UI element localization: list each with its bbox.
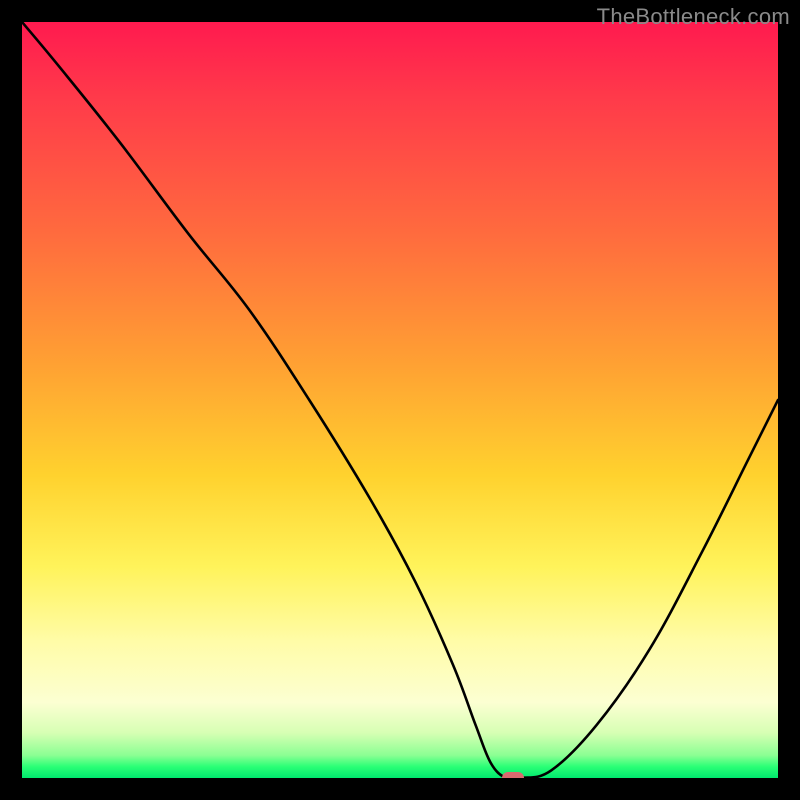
bottleneck-curve-path: [22, 22, 778, 778]
plot-area: [22, 22, 778, 778]
curve-svg: [22, 22, 778, 778]
chart-frame: TheBottleneck.com: [0, 0, 800, 800]
watermark-text: TheBottleneck.com: [597, 4, 790, 30]
optimum-marker: [502, 772, 524, 778]
